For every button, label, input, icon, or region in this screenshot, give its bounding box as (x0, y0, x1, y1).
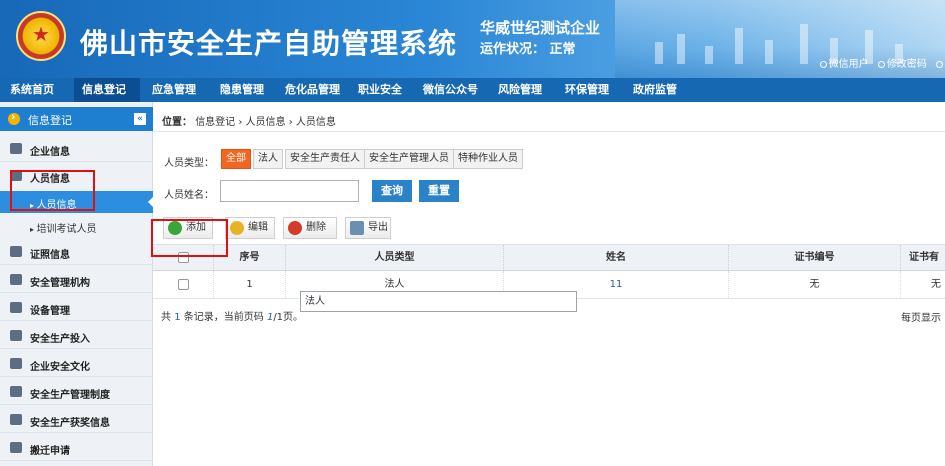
chevron-right-icon (8, 110, 20, 125)
top-links: 微信用户 修改密码 (814, 55, 945, 70)
sidebar-item-culture[interactable]: 企业安全文化 (0, 351, 153, 377)
status-label: 运作状况： (480, 42, 546, 57)
sidebar-item-relocation[interactable]: 搬迁申请 (0, 435, 153, 461)
wechat-user-link[interactable]: 微信用户 (819, 59, 869, 70)
operation-status: 运作状况： 正常 (480, 38, 576, 57)
change-password-link[interactable]: 修改密码 (877, 59, 927, 70)
edit-icon (10, 358, 22, 369)
collapse-icon[interactable]: « (134, 113, 146, 125)
row-select-cell (153, 271, 214, 299)
status-value: 正常 (549, 42, 576, 57)
sidebar-sub-training[interactable]: 培训考试人员 (0, 215, 153, 237)
nav-wechat-official[interactable]: 微信公众号 (423, 78, 478, 102)
export-button[interactable]: 导出 (345, 217, 391, 239)
highlight-box-add (151, 219, 228, 257)
pagination-info: 共 1 条记录，当前页码 1/1页。 (161, 312, 304, 323)
award-icon (10, 414, 22, 425)
cell-cert-valid: 无 (931, 279, 941, 290)
app-header: 佛山市安全生产自助管理系统 华威世纪测试企业 运作状况： 正常 微信用户 修改密… (0, 0, 945, 78)
tooltip: 法人 (300, 291, 577, 312)
breadcrumb: 位置： 信息登记 › 人员信息 › 人员信息 (162, 113, 336, 128)
nav-environment[interactable]: 环保管理 (565, 78, 609, 102)
sidebar-item-certificate[interactable]: 证照信息 (0, 239, 153, 265)
sidebar-item-awards[interactable]: 安全生产获奖信息 (0, 407, 153, 433)
table-header: 序号 人员类型 姓名 证书编号 证书有 (153, 244, 945, 271)
cell-index: 1 (214, 271, 286, 299)
wrench-icon (10, 302, 22, 313)
nav-emergency[interactable]: 应急管理 (152, 78, 196, 102)
sidebar-item-safety-org[interactable]: 安全管理机构 (0, 267, 153, 293)
share-icon (10, 386, 22, 397)
national-emblem-logo (16, 11, 66, 61)
sidebar-item-investment[interactable]: 安全生产投入 (0, 323, 153, 349)
edit-button[interactable]: 编辑 (225, 217, 275, 239)
column-header-cert-no: 证书编号 (729, 245, 901, 271)
sidebar-item-company-info[interactable]: 企业信息 (0, 136, 153, 162)
system-title: 佛山市安全生产自助管理系统 (80, 27, 458, 60)
column-header-cert-valid: 证书有 (909, 252, 939, 263)
nav-chemicals[interactable]: 危化品管理 (285, 78, 340, 102)
reset-button[interactable]: 重置 (419, 180, 459, 202)
type-filter-manager[interactable]: 安全生产管理人员 (364, 149, 454, 169)
plus-square-icon (10, 330, 22, 341)
row-checkbox[interactable] (177, 278, 189, 290)
sidebar-header-label: 信息登记 (28, 114, 72, 127)
type-filter-label: 人员类型： (164, 158, 214, 169)
pencil-icon (230, 221, 244, 235)
type-filter-responsible[interactable]: 安全生产责任人 (285, 149, 365, 169)
delete-button[interactable]: 删除 (283, 217, 337, 239)
breadcrumb-path[interactable]: 信息登记 › 人员信息 › 人员信息 (195, 117, 336, 128)
nav-government[interactable]: 政府监管 (633, 78, 677, 102)
company-name: 华威世纪测试企业 (480, 19, 601, 37)
highlight-box-sidebar (10, 170, 95, 211)
type-filter-all[interactable]: 全部 (221, 149, 251, 169)
page-size-label: 每页显示 (901, 313, 941, 324)
sidebar-item-equipment[interactable]: 设备管理 (0, 295, 153, 321)
nav-hazard[interactable]: 隐患管理 (220, 78, 264, 102)
house-icon (10, 442, 22, 453)
id-card-icon (10, 246, 22, 257)
copy-icon (10, 143, 22, 154)
logout-icon[interactable] (936, 59, 945, 70)
column-header-type: 人员类型 (286, 245, 504, 271)
wechat-user-icon (819, 60, 827, 68)
change-password-icon (877, 60, 885, 68)
close-circle-icon (288, 221, 302, 235)
name-search-input[interactable] (220, 180, 359, 202)
record-count: 1 (174, 312, 181, 323)
type-filter-special[interactable]: 特种作业人员 (453, 149, 523, 169)
search-button[interactable]: 查询 (372, 180, 412, 202)
main-nav: 系统首页 信息登记 应急管理 隐患管理 危化品管理 职业安全 微信公众号 风险管… (0, 78, 945, 102)
column-header-name: 姓名 (504, 245, 729, 271)
nav-home[interactable]: 系统首页 (10, 78, 54, 102)
cell-cert-no: 无 (729, 271, 901, 299)
export-icon (350, 221, 364, 235)
nav-occupational-safety[interactable]: 职业安全 (358, 78, 402, 102)
breadcrumb-label: 位置： (162, 117, 192, 128)
sidebar: 信息登记 « 企业信息 人员信息 人员信息 培训考试人员 证照信息 安全管理机构… (0, 102, 154, 466)
sidebar-item-rules[interactable]: 安全生产管理制度 (0, 379, 153, 405)
name-filter-label: 人员姓名： (164, 190, 214, 201)
toolbar: 添加 编辑 删除 导出 (153, 213, 945, 243)
group-icon (10, 274, 22, 285)
total-pages: /1 (273, 312, 284, 323)
sidebar-header: 信息登记 « (0, 107, 153, 131)
nav-risk[interactable]: 风险管理 (498, 78, 542, 102)
divider (153, 131, 945, 132)
nav-info-registration[interactable]: 信息登记 (74, 78, 140, 102)
type-filter-legal[interactable]: 法人 (253, 149, 283, 169)
